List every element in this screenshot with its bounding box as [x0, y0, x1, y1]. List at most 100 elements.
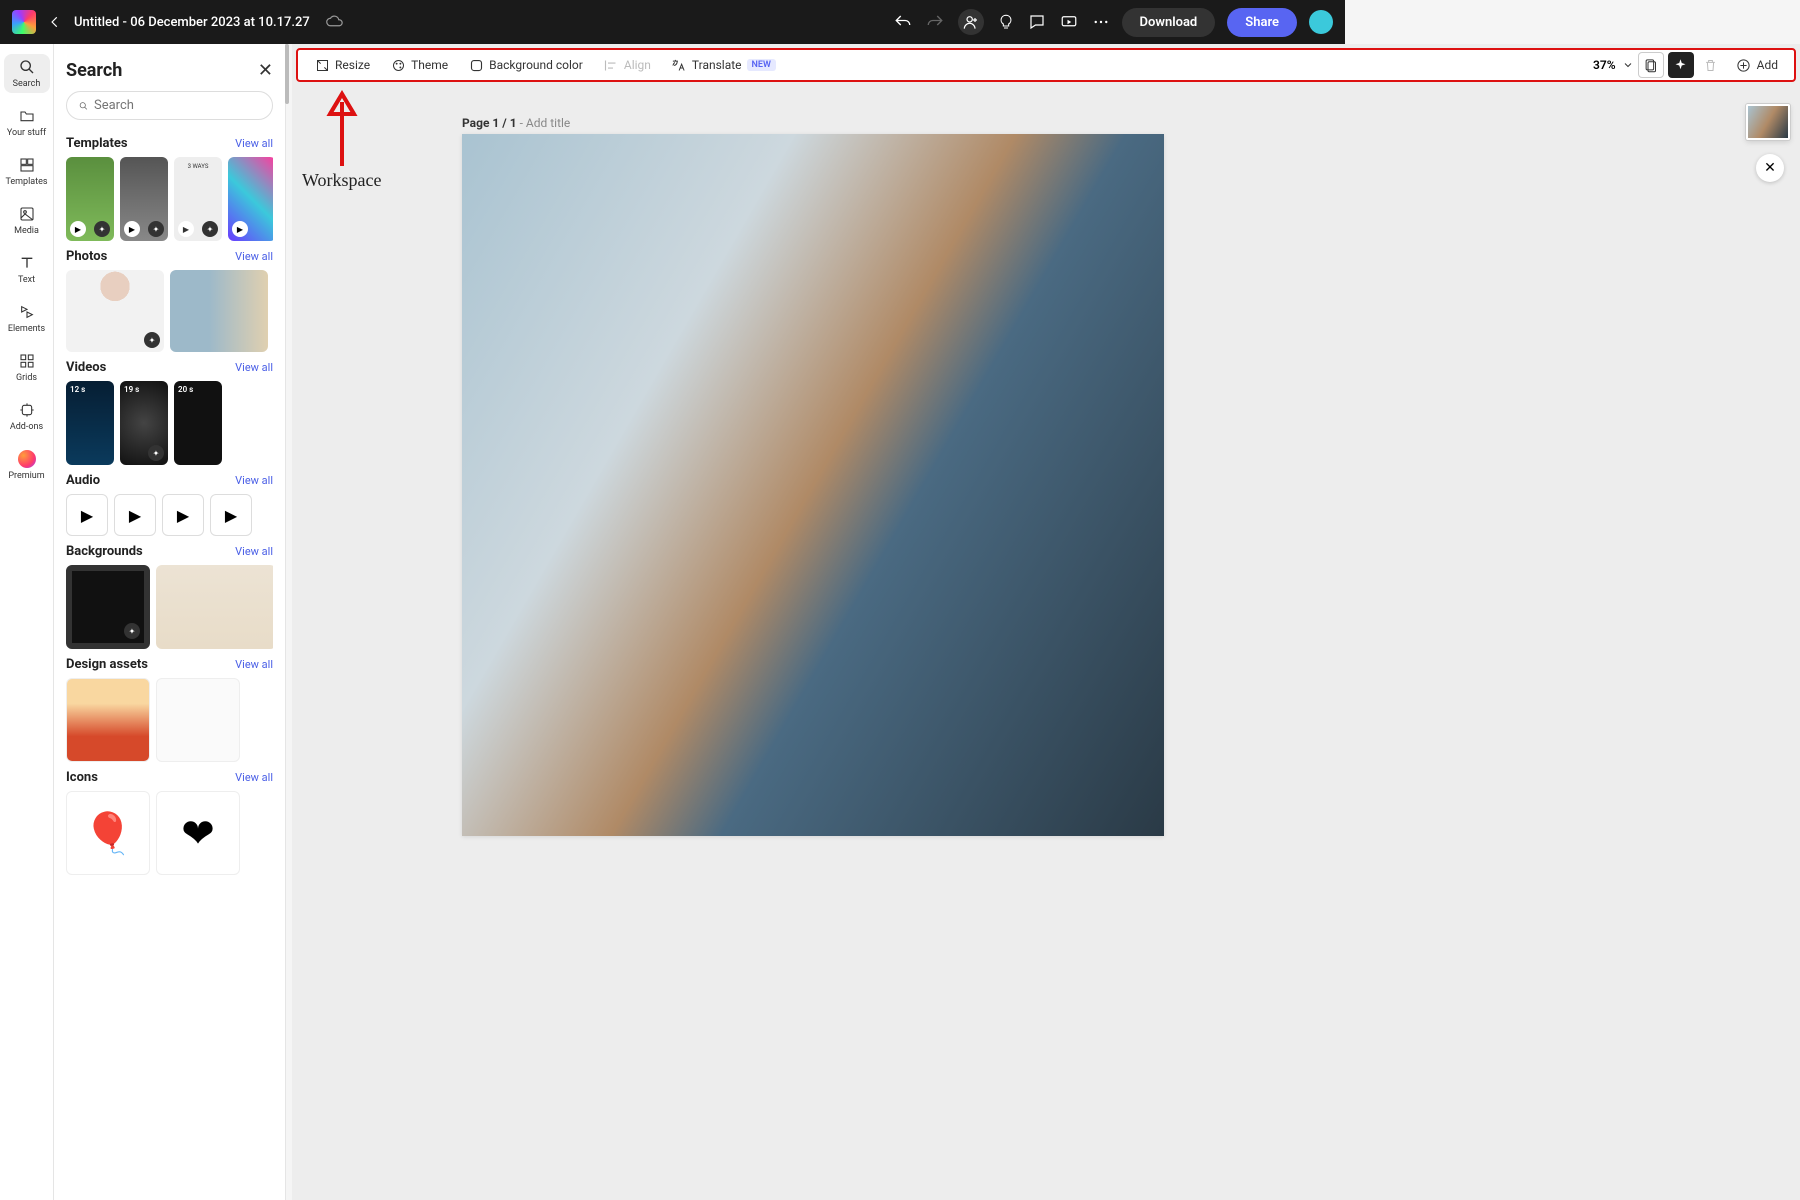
rail-grids[interactable]: Grids	[4, 348, 50, 387]
rail-search-label: Search	[13, 79, 41, 89]
undo-button[interactable]	[894, 13, 912, 31]
media-icon	[18, 205, 36, 223]
play-icon: ▶	[124, 221, 140, 237]
audio-thumb[interactable]: ▶	[162, 494, 204, 536]
left-rail: Search Your stuff Templates Media Text E…	[0, 44, 54, 1200]
template-thumb[interactable]: ▶✦	[120, 157, 168, 241]
section-photos: Photos	[66, 249, 107, 264]
text-icon	[18, 254, 36, 272]
app-logo[interactable]	[12, 10, 36, 34]
premium-badge-icon: ✦	[124, 623, 140, 639]
delete-page-button[interactable]	[1698, 52, 1724, 78]
align-icon	[603, 57, 619, 73]
search-input[interactable]	[94, 98, 260, 113]
user-avatar[interactable]	[1309, 10, 1333, 34]
section-design-assets: Design assets	[66, 657, 148, 672]
download-button[interactable]: Download	[1122, 8, 1216, 37]
rail-templates[interactable]: Templates	[4, 152, 50, 191]
resize-button[interactable]: Resize	[306, 53, 378, 77]
viewall-icons[interactable]: View all	[235, 771, 273, 784]
addons-icon	[18, 401, 36, 419]
close-thumbnails-button[interactable]: ✕	[1756, 154, 1784, 182]
balloons-icon: 🎈	[83, 810, 133, 857]
align-button: Align	[595, 53, 659, 77]
design-asset-thumb[interactable]	[156, 678, 240, 762]
audio-thumb[interactable]: ▶	[210, 494, 252, 536]
rail-elements-label: Elements	[8, 324, 45, 334]
template-thumb[interactable]: ▶✦	[66, 157, 114, 241]
video-thumb[interactable]: 12 s	[66, 381, 114, 465]
grids-icon	[18, 352, 36, 370]
panel-title: Search	[66, 60, 122, 81]
present-button[interactable]	[1060, 13, 1078, 31]
audio-thumb[interactable]: ▶	[66, 494, 108, 536]
photo-thumb[interactable]	[170, 270, 268, 352]
rail-media-label: Media	[14, 226, 39, 236]
hint-button[interactable]	[998, 13, 1014, 31]
search-input-container[interactable]	[66, 91, 273, 120]
translate-icon	[671, 57, 687, 73]
page-thumbnail[interactable]	[1746, 104, 1790, 140]
add-icon	[1736, 57, 1752, 73]
viewall-design-assets[interactable]: View all	[235, 658, 273, 671]
rail-text-label: Text	[18, 275, 35, 285]
comment-button[interactable]	[1028, 13, 1046, 31]
video-thumb[interactable]: 19 s✦	[120, 381, 168, 465]
close-panel-button[interactable]: ✕	[258, 60, 273, 81]
premium-badge-icon: ✦	[94, 221, 110, 237]
theme-button[interactable]: Theme	[382, 53, 456, 77]
viewall-backgrounds[interactable]: View all	[235, 545, 273, 558]
rail-elements[interactable]: Elements	[4, 299, 50, 338]
translate-button[interactable]: Translate NEW	[663, 53, 784, 77]
rail-templates-label: Templates	[5, 177, 47, 187]
bgcolor-button[interactable]: Background color	[460, 53, 591, 77]
redo-button[interactable]	[926, 13, 944, 31]
rail-media[interactable]: Media	[4, 201, 50, 240]
viewall-videos[interactable]: View all	[235, 361, 273, 374]
rail-your-stuff[interactable]: Your stuff	[4, 103, 50, 142]
template-thumb[interactable]: 3 WAYS▶✦	[174, 157, 222, 241]
document-title[interactable]: Untitled - 06 December 2023 at 10.17.27	[74, 15, 310, 30]
search-icon	[79, 99, 88, 113]
add-page-button[interactable]: Add	[1728, 53, 1786, 77]
ai-button[interactable]	[1668, 52, 1694, 78]
premium-badge-icon: ✦	[148, 445, 164, 461]
play-icon: ▶	[178, 221, 194, 237]
arrow-up-icon	[322, 88, 362, 168]
panel-scrollbar[interactable]	[283, 44, 291, 1200]
rail-text[interactable]: Text	[4, 250, 50, 289]
invite-button[interactable]	[958, 9, 984, 35]
zoom-chevron-icon[interactable]	[1622, 59, 1634, 71]
duplicate-page-button[interactable]	[1638, 52, 1664, 78]
bgcolor-icon	[468, 57, 484, 73]
elements-icon	[18, 303, 36, 321]
rail-search[interactable]: Search	[4, 54, 50, 93]
page-indicator[interactable]: Page 1 / 1 - Add title	[462, 116, 570, 130]
context-toolbar: Resize Theme Background color Align Tran…	[296, 48, 1796, 82]
photo-thumb[interactable]: ✦	[66, 270, 164, 352]
video-thumb[interactable]: 20 s	[174, 381, 222, 465]
viewall-photos[interactable]: View all	[235, 250, 273, 263]
zoom-level[interactable]: 37%	[1593, 58, 1616, 72]
workspace-label: Workspace	[302, 170, 382, 191]
design-asset-thumb[interactable]	[66, 678, 150, 762]
background-thumb[interactable]	[156, 565, 273, 649]
rail-premium[interactable]: Premium	[4, 446, 50, 485]
more-button[interactable]	[1092, 13, 1110, 31]
viewall-audio[interactable]: View all	[235, 474, 273, 487]
play-icon: ▶	[81, 506, 93, 525]
search-panel: Search ✕ TemplatesView all ▶✦ ▶✦ 3 WAYS▶…	[54, 44, 286, 1200]
viewall-templates[interactable]: View all	[235, 137, 273, 150]
share-button[interactable]: Share	[1227, 8, 1297, 37]
background-thumb[interactable]: ✦	[66, 565, 150, 649]
template-thumb[interactable]: ▶	[228, 157, 273, 241]
back-button[interactable]	[48, 15, 62, 29]
audio-thumb[interactable]: ▶	[114, 494, 156, 536]
rail-addons[interactable]: Add-ons	[4, 397, 50, 436]
canvas-page[interactable]	[462, 134, 1164, 836]
play-icon: ▶	[232, 221, 248, 237]
section-backgrounds: Backgrounds	[66, 544, 143, 559]
icon-thumb[interactable]: 🎈	[66, 791, 150, 875]
bgcolor-label: Background color	[489, 58, 583, 72]
icon-thumb[interactable]: ❤	[156, 791, 240, 875]
